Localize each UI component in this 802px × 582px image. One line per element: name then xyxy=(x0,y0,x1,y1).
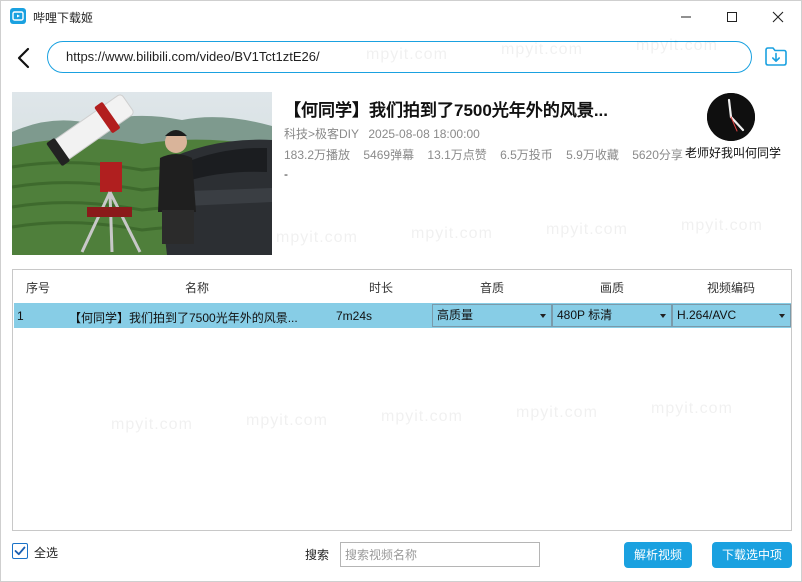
download-selected-button[interactable]: 下载选中项 xyxy=(712,542,792,568)
app-logo-icon xyxy=(10,8,26,24)
select-all-checkbox[interactable] xyxy=(12,543,28,559)
video-meta: 科技>极客DIY 2025-08-08 18:00:00 xyxy=(284,125,486,142)
stat-views: 183.2万播放 xyxy=(284,148,351,162)
watermark: mpyit.com xyxy=(411,225,493,242)
stat-shares: 5620分享 xyxy=(632,148,683,162)
checkmark-icon xyxy=(14,546,26,556)
column-name[interactable]: 名称 xyxy=(185,279,209,296)
column-duration[interactable]: 时长 xyxy=(369,279,393,296)
video-description: - xyxy=(284,167,288,181)
codec-select[interactable]: H.264/AVC xyxy=(672,304,791,327)
search-label: 搜索 xyxy=(305,548,330,562)
watermark: mpyit.com xyxy=(546,221,628,238)
stat-danmaku: 5469弹幕 xyxy=(363,148,415,162)
back-button[interactable] xyxy=(13,45,35,71)
window-title: 哔哩下载姬 xyxy=(33,11,94,25)
column-audio[interactable]: 音质 xyxy=(480,279,504,296)
chevron-down-icon xyxy=(540,314,546,318)
minimize-button[interactable] xyxy=(663,1,709,33)
column-codec[interactable]: 视频编码 xyxy=(707,279,755,296)
codec-value: H.264/AVC xyxy=(677,308,737,322)
audio-quality-value: 高质量 xyxy=(437,308,474,322)
video-list-table: 序号 名称 时长 音质 画质 视频编码 1 【何同学】我们拍到了7500光年外的… xyxy=(12,269,792,531)
search-input[interactable] xyxy=(340,542,540,567)
stat-favorites: 5.9万收藏 xyxy=(566,148,619,162)
download-folder-button[interactable] xyxy=(763,43,789,69)
publish-time: 2025-08-08 18:00:00 xyxy=(368,127,480,141)
video-title: 【何同学】我们拍到了7500光年外的风景... xyxy=(284,101,608,120)
app-window: 哔哩下载姬 https://www.bilibili.com/video/BV1… xyxy=(0,0,802,582)
uploader-name[interactable]: 老师好我叫何同学 xyxy=(685,144,781,161)
video-quality-value: 480P 标清 xyxy=(557,308,613,322)
parse-video-button[interactable]: 解析视频 xyxy=(624,542,692,568)
table-header: 序号 名称 时长 音质 画质 视频编码 xyxy=(13,270,791,302)
chevron-down-icon xyxy=(779,314,785,318)
stat-coins: 6.5万投币 xyxy=(500,148,553,162)
back-arrow-icon xyxy=(17,47,30,69)
audio-quality-select[interactable]: 高质量 xyxy=(432,304,552,327)
row-index: 1 xyxy=(17,309,24,323)
maximize-button[interactable] xyxy=(709,1,755,33)
column-index[interactable]: 序号 xyxy=(26,279,50,296)
watermark: mpyit.com xyxy=(681,217,763,234)
download-folder-icon xyxy=(765,47,787,66)
watermark: mpyit.com xyxy=(276,229,358,246)
video-stats: 183.2万播放 5469弹幕 13.1万点赞 6.5万投币 5.9万收藏 56… xyxy=(284,146,693,163)
row-duration: 7m24s xyxy=(336,309,373,323)
select-all-label[interactable]: 全选 xyxy=(34,544,58,561)
stat-likes: 13.1万点赞 xyxy=(427,148,487,162)
uploader-avatar[interactable] xyxy=(707,93,755,141)
video-thumbnail xyxy=(12,92,272,255)
title-bar: 哔哩下载姬 xyxy=(1,1,801,33)
video-category: 科技>极客DIY xyxy=(284,127,360,141)
url-input[interactable]: https://www.bilibili.com/video/BV1Tct1zt… xyxy=(47,41,752,73)
column-video-quality[interactable]: 画质 xyxy=(600,279,624,296)
row-name: 【何同学】我们拍到了7500光年外的风景... xyxy=(69,311,298,325)
close-button[interactable] xyxy=(755,1,801,33)
table-row[interactable]: 1 【何同学】我们拍到了7500光年外的风景... 7m24s 高质量 480P… xyxy=(14,303,791,328)
video-quality-select[interactable]: 480P 标清 xyxy=(552,304,672,327)
chevron-down-icon xyxy=(660,314,666,318)
